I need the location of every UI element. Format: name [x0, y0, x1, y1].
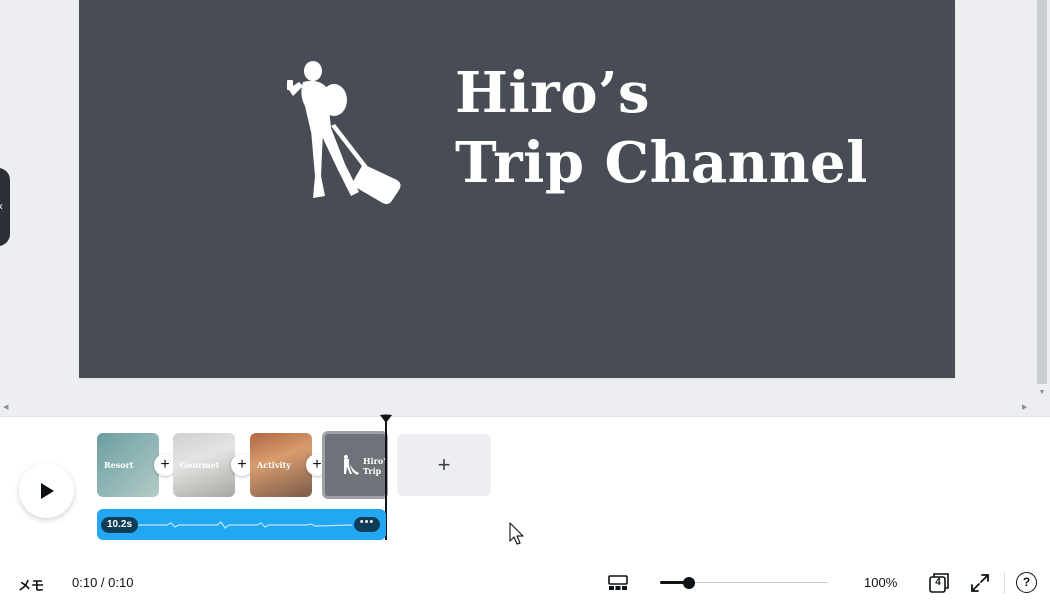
page-thumbnail-label: Resort: [104, 460, 134, 470]
play-icon: [40, 482, 54, 499]
page-thumbnail-1[interactable]: Resort: [97, 433, 159, 497]
help-icon[interactable]: ?: [1016, 572, 1037, 593]
slide-canvas[interactable]: Hiro’s Trip Channel: [79, 0, 955, 378]
audio-more-options-button[interactable]: •••: [354, 517, 380, 532]
vertical-scrollbar-thumb[interactable]: [1037, 0, 1047, 384]
chevron-left-icon: ‹: [0, 199, 3, 213]
page-thumbnail-label: Activity: [257, 460, 291, 470]
scroll-right-arrow-icon[interactable]: ▶: [1022, 403, 1027, 411]
grid-view-icon[interactable]: [607, 573, 629, 593]
play-button[interactable]: [19, 463, 74, 518]
slide-title-line-1[interactable]: Hiro’s: [455, 60, 650, 126]
fullscreen-icon[interactable]: [970, 573, 990, 593]
scroll-down-arrow-icon[interactable]: ▼: [1037, 388, 1047, 398]
audio-waveform-graphic: [137, 521, 352, 529]
add-page-button[interactable]: +: [397, 434, 491, 496]
traveler-silhouette-graphic: [287, 61, 401, 204]
toolbar-divider: [1004, 572, 1005, 594]
page-thumbnail-3[interactable]: Activity: [250, 433, 312, 497]
page-thumbnail-label: Gourmet: [180, 460, 220, 470]
audio-duration-badge: 10.2s: [101, 517, 139, 533]
timecode: 0:10 / 0:10: [72, 575, 134, 590]
audio-track[interactable]: 10.2s •••: [97, 509, 386, 540]
traveler-silhouette-icon: [344, 455, 359, 475]
zoom-percentage[interactable]: 100%: [864, 575, 897, 590]
zoom-slider[interactable]: [660, 576, 828, 590]
zoom-slider-handle[interactable]: [683, 577, 695, 589]
mouse-pointer-icon: [509, 522, 524, 545]
scroll-left-arrow-icon[interactable]: ◀: [3, 403, 8, 411]
slide-title-line-2[interactable]: Trip Channel: [455, 130, 868, 196]
memo-button[interactable]: メモ: [18, 575, 44, 594]
page-thumbnail-label: Hiro' Trip: [363, 456, 386, 476]
side-panel-collapse-button[interactable]: ‹: [0, 168, 10, 246]
page-count: 4: [935, 577, 941, 588]
page-thumbnail-2[interactable]: Gourmet: [173, 433, 235, 497]
page-thumbnail-4-selected[interactable]: Hiro' Trip: [322, 431, 388, 499]
